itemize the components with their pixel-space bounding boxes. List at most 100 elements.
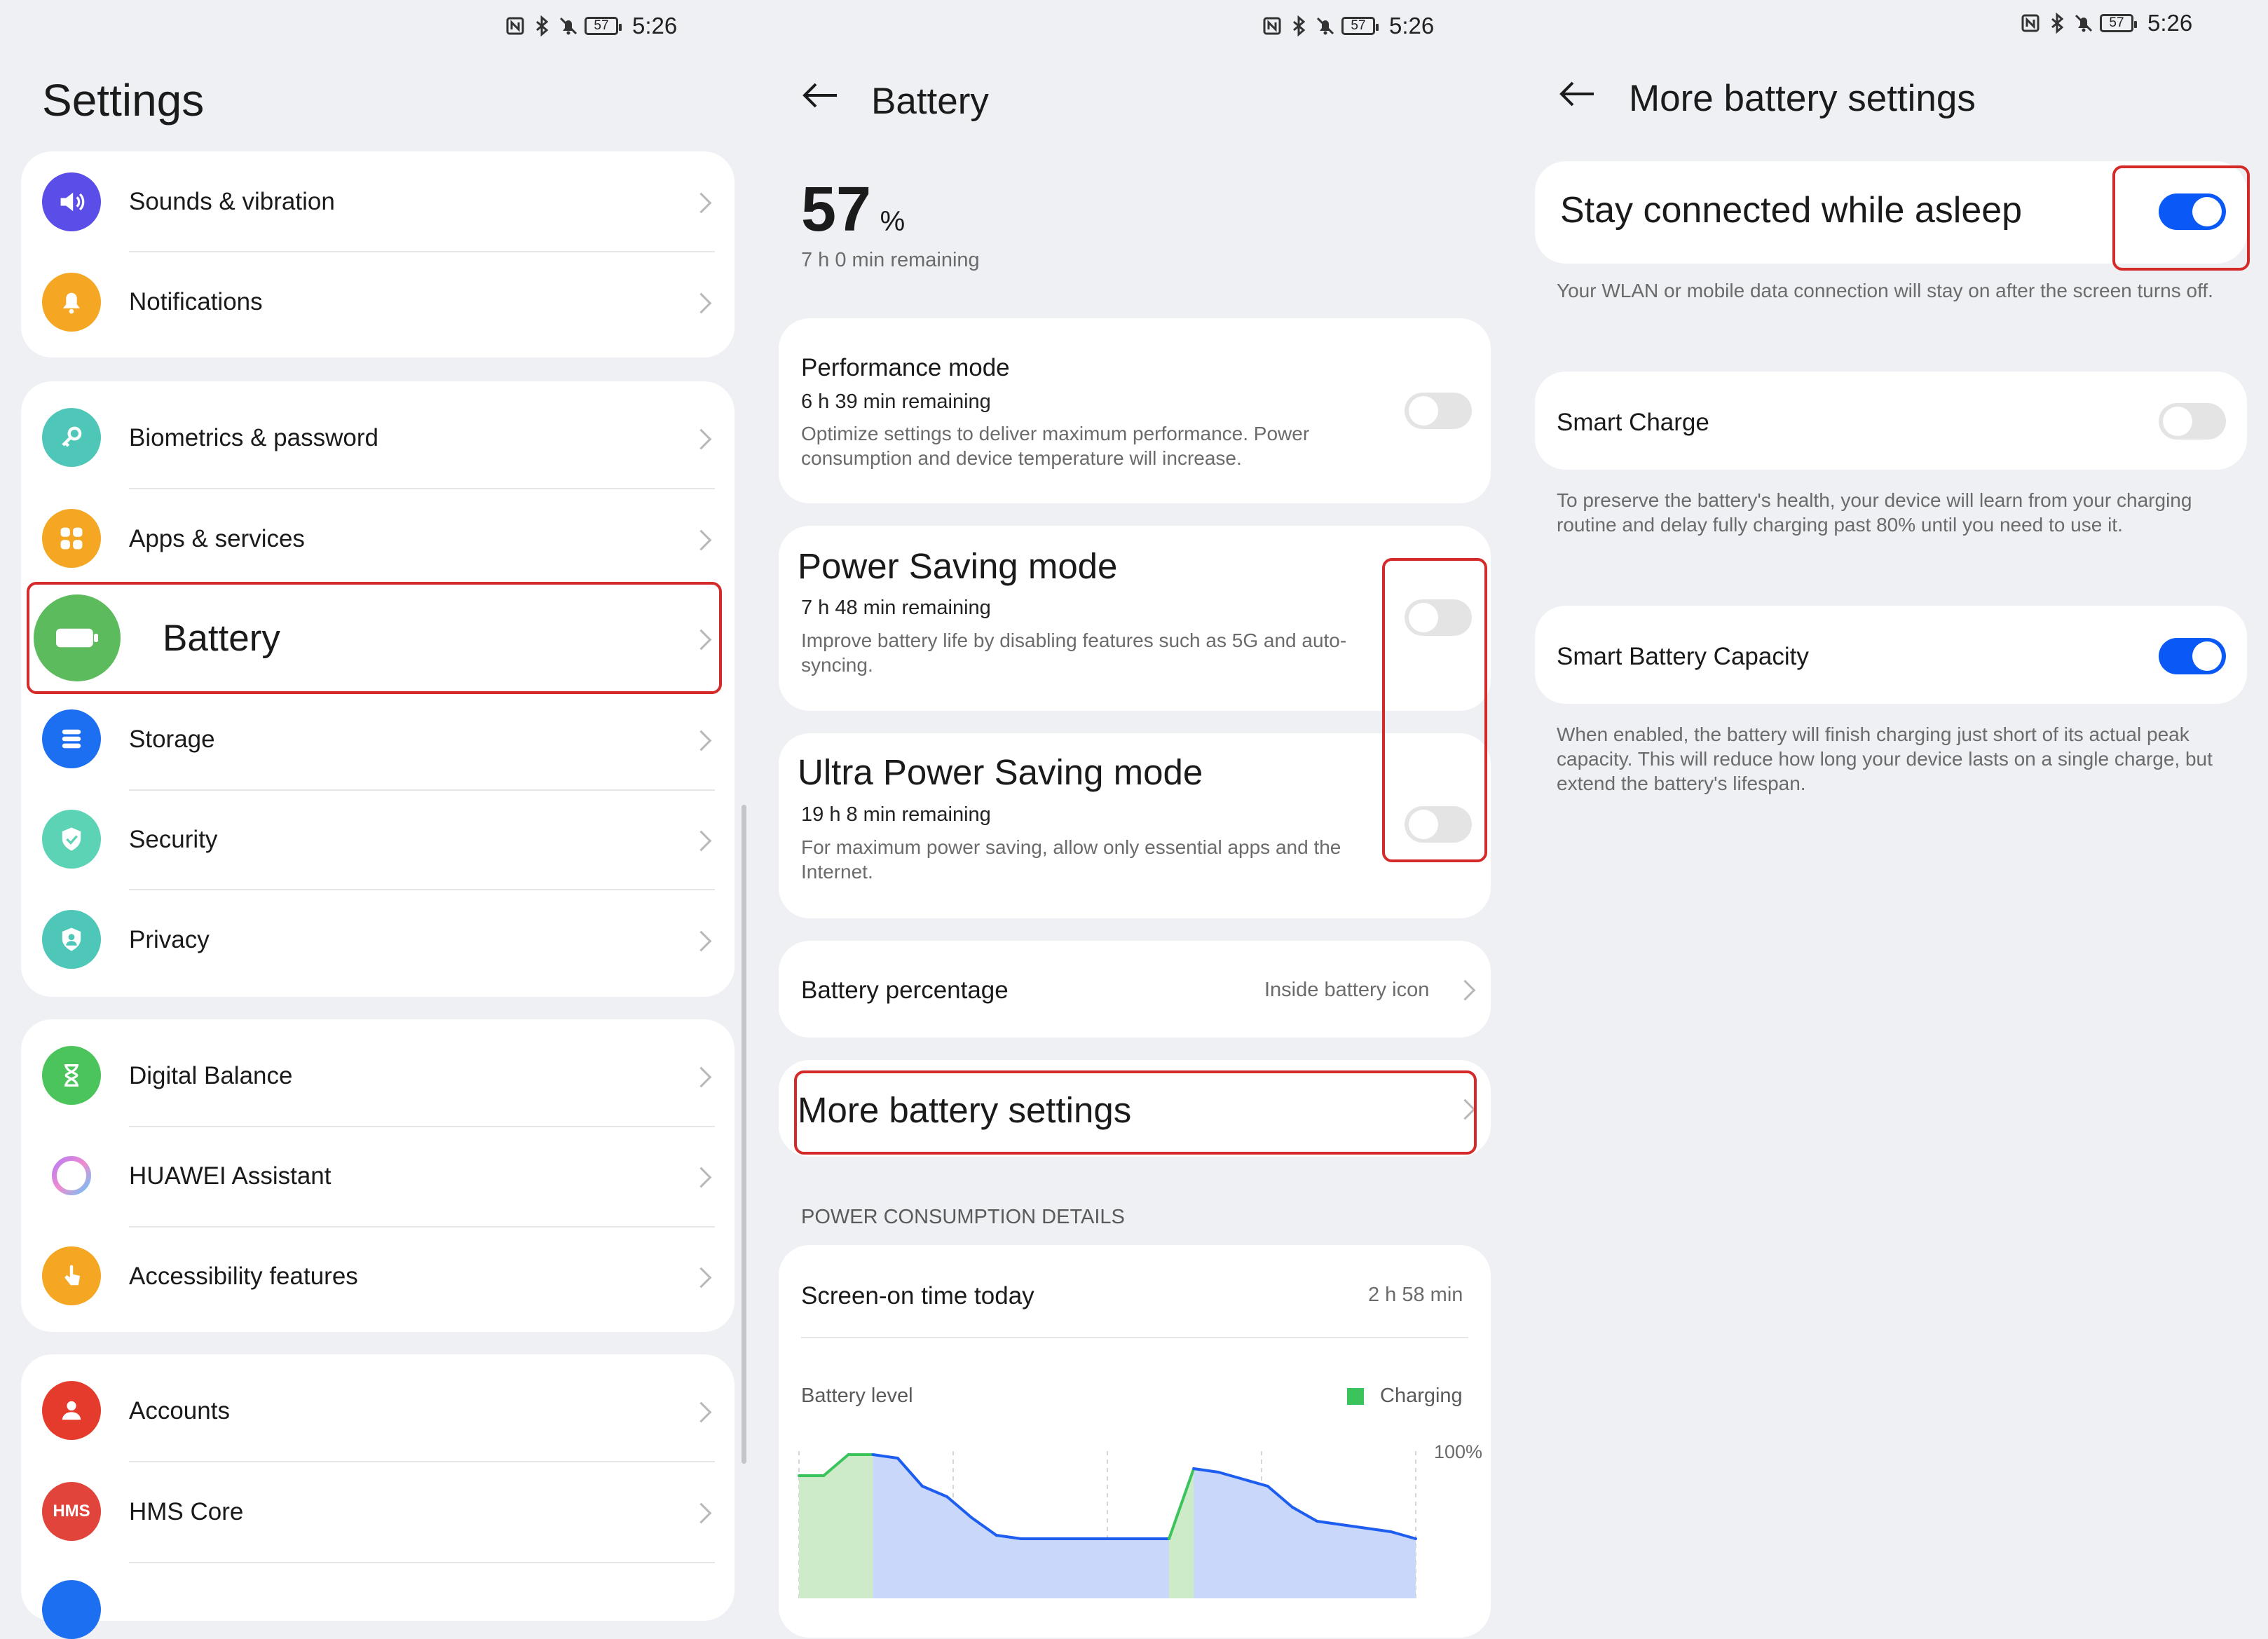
divider	[129, 488, 715, 489]
page-title: More battery settings	[1629, 78, 1976, 119]
battery-percentage-value: Inside battery icon	[1264, 979, 1430, 1001]
shield-check-icon	[42, 810, 101, 869]
status-time: 5:26	[2147, 10, 2193, 36]
hms-icon: HMS	[42, 1482, 101, 1541]
settings-item-label: Notifications	[129, 288, 263, 315]
back-arrow-icon[interactable]	[799, 81, 841, 113]
divider	[129, 1461, 715, 1462]
divider	[129, 1126, 715, 1127]
hourglass-icon	[42, 1046, 101, 1105]
toggles-highlight-box	[1382, 558, 1487, 862]
performance-mode-desc: Optimize settings to deliver maximum per…	[801, 423, 1310, 469]
nfc-icon	[2020, 13, 2041, 34]
divider	[129, 889, 715, 890]
performance-mode-toggle[interactable]	[1405, 393, 1472, 429]
page-title: Settings	[42, 75, 205, 125]
battery-percent-unit: %	[880, 206, 906, 237]
stay-connected-desc: Your WLAN or mobile data connection will…	[1557, 280, 2213, 301]
battery-level-chart: 100%50%	[798, 1441, 1482, 1598]
status-bar: 57 5:26	[1262, 10, 1434, 42]
page-title: Battery	[871, 81, 989, 122]
settings-item-label: Digital Balance	[129, 1062, 293, 1089]
smart-charge-toggle[interactable]	[2159, 403, 2226, 440]
settings-group-1	[21, 151, 735, 358]
settings-item-label: Privacy	[129, 926, 210, 953]
divider	[129, 789, 715, 791]
partial-icon	[42, 1580, 101, 1639]
power-saving-desc: Improve battery life by disabling featur…	[801, 630, 1347, 676]
legend-charging-swatch	[1347, 1388, 1364, 1405]
settings-group-3	[21, 1019, 735, 1332]
bell-icon	[42, 273, 101, 332]
ultra-power-saving-desc: For maximum power saving, allow only ess…	[801, 836, 1341, 883]
legend-charging-label: Charging	[1380, 1385, 1463, 1407]
chart-area	[799, 1455, 1416, 1598]
grid-icon	[42, 509, 101, 568]
hms-icon-text: HMS	[53, 1502, 90, 1521]
more-settings-highlight-box	[794, 1070, 1477, 1155]
battery-percent: 57	[801, 175, 872, 245]
person-icon	[42, 1381, 101, 1440]
settings-item-label: HUAWEI Assistant	[129, 1162, 332, 1190]
status-bar: 57 5:26	[505, 10, 677, 42]
mute-bell-icon	[1315, 15, 1336, 36]
divider	[129, 251, 715, 252]
screen-on-label: Screen-on time today	[801, 1282, 1034, 1310]
divider	[801, 1337, 1468, 1338]
smart-charge-label: Smart Charge	[1557, 409, 1709, 436]
battery-remaining: 7 h 0 min remaining	[801, 249, 980, 271]
bluetooth-icon	[531, 15, 552, 37]
settings-item-label: Sounds & vibration	[129, 188, 335, 215]
battery-highlight-box	[27, 582, 722, 694]
settings-item-label: HMS Core	[129, 1498, 244, 1525]
hand-icon	[42, 1246, 101, 1305]
ultra-power-saving-label: Ultra Power Saving mode	[798, 752, 1203, 792]
status-bar: 57 5:26	[2020, 7, 2192, 39]
privacy-shield-icon	[42, 910, 101, 969]
ultra-power-saving-remaining: 19 h 8 min remaining	[801, 803, 991, 826]
battery-panel: 57 5:26 Battery 57 % 7 h 0 min remaining…	[757, 0, 1512, 1638]
back-arrow-icon[interactable]	[1556, 80, 1598, 111]
performance-mode-remaining: 6 h 39 min remaining	[801, 390, 991, 413]
divider	[129, 1226, 715, 1227]
chart-title: Battery level	[801, 1385, 913, 1407]
settings-item-label: Storage	[129, 726, 215, 753]
scrollbar[interactable]	[742, 805, 746, 1464]
assistant-ring-icon	[42, 1146, 101, 1205]
screen-on-value: 2 h 58 min	[1368, 1284, 1463, 1306]
mute-bell-icon	[2073, 13, 2094, 34]
nfc-icon	[505, 15, 526, 36]
chart-ytick-label: 100%	[1434, 1441, 1482, 1462]
power-saving-remaining: 7 h 48 min remaining	[801, 597, 991, 619]
nfc-icon	[1262, 15, 1283, 36]
stay-connected-label: Stay connected while asleep	[1560, 190, 2023, 231]
settings-item-label: Accessibility features	[129, 1263, 358, 1290]
settings-item-label: Accounts	[129, 1397, 230, 1424]
smart-capacity-toggle[interactable]	[2159, 638, 2226, 674]
battery-status-icon: 57	[2100, 14, 2137, 32]
smart-capacity-label: Smart Battery Capacity	[1557, 643, 1809, 670]
stay-connected-highlight-box	[2112, 165, 2250, 271]
mute-bell-icon	[558, 15, 579, 36]
battery-status-icon: 57	[585, 17, 622, 35]
battery-status-icon: 57	[1341, 17, 1379, 35]
smart-capacity-desc: When enabled, the battery will finish ch…	[1557, 723, 2213, 794]
speaker-icon	[42, 172, 101, 231]
bluetooth-icon	[2047, 12, 2068, 34]
status-time: 5:26	[632, 13, 678, 39]
status-time: 5:26	[1389, 13, 1435, 39]
smart-charge-desc: To preserve the battery's health, your d…	[1557, 489, 2192, 536]
chart-charging-band	[1169, 1469, 1194, 1598]
storage-icon	[42, 709, 101, 768]
settings-group-4	[21, 1354, 735, 1621]
battery-percent-block: 57 %	[801, 174, 905, 246]
divider	[129, 1562, 715, 1563]
more-settings-panel: 57 5:26 More battery settings Stay conne…	[1514, 0, 2268, 1598]
bluetooth-icon	[1288, 15, 1309, 37]
battery-percentage-label: Battery percentage	[801, 977, 1009, 1004]
section-header: POWER CONSUMPTION DETAILS	[801, 1206, 1125, 1228]
settings-item-label: Security	[129, 826, 218, 853]
performance-mode-label: Performance mode	[801, 354, 1010, 381]
key-icon	[42, 408, 101, 467]
settings-panel: 57 5:26 Settings Sounds & vibration Noti…	[0, 0, 750, 1639]
